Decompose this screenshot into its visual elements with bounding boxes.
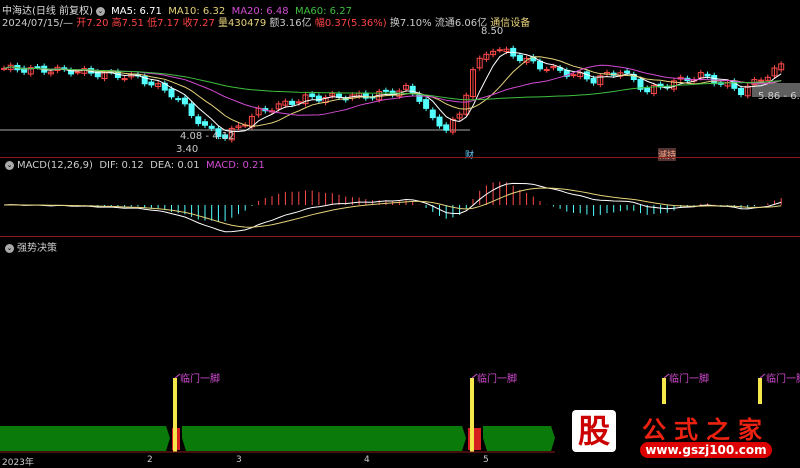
- candle: [443, 124, 450, 131]
- candle: [168, 88, 175, 98]
- candle: [409, 85, 416, 95]
- divider: [0, 236, 800, 237]
- candle: [644, 87, 651, 93]
- event-finance[interactable]: 财: [465, 148, 474, 161]
- x-label: 2023年: [2, 458, 34, 468]
- candle: [195, 116, 202, 125]
- candle: [362, 92, 369, 99]
- macd-value: MACD: 0.21: [205, 160, 265, 171]
- signal-bar: [470, 378, 474, 452]
- high-label: 8.50: [481, 26, 504, 37]
- candle: [309, 93, 316, 98]
- candle: [429, 109, 436, 119]
- candle: [74, 71, 81, 74]
- watermark-logo: 股: [572, 410, 616, 452]
- candle: [202, 121, 208, 126]
- candle: [121, 78, 128, 81]
- macd-header: ⌄ MACD(12,26,9) DIF: 0.12 DEA: 0.01 MACD:…: [2, 160, 265, 171]
- signal-bar: [173, 378, 177, 452]
- x-label: 3: [236, 455, 242, 465]
- strength-band: [0, 426, 170, 451]
- candle: [289, 100, 296, 105]
- candle: [148, 81, 155, 86]
- candle: [704, 73, 711, 77]
- candle: [543, 69, 550, 72]
- candle: [34, 66, 41, 69]
- candle: [423, 99, 430, 109]
- candle: [570, 74, 577, 77]
- candle: [590, 77, 597, 84]
- candle: [175, 98, 182, 101]
- signal-pointer: [759, 373, 766, 379]
- signal-bar: [758, 378, 762, 404]
- candle: [1, 67, 7, 70]
- dif-line: [3, 182, 782, 233]
- candle: [436, 116, 443, 127]
- candle: [516, 54, 523, 62]
- candle: [496, 49, 503, 52]
- dropdown-icon[interactable]: ⌄: [5, 243, 14, 253]
- signal-label: 临门一脚: [766, 374, 800, 385]
- candle: [208, 125, 215, 129]
- candle: [382, 89, 389, 92]
- candle: [758, 79, 765, 82]
- dif-value: DIF: 0.12: [99, 160, 144, 171]
- dea-value: DEA: 0.01: [150, 160, 200, 171]
- signal-label: 临门一脚: [669, 374, 709, 385]
- event-reduction[interactable]: 減持: [658, 148, 677, 161]
- strength-band: [483, 426, 555, 451]
- signal-label: 临门一脚: [477, 374, 517, 385]
- low-label: 3.40: [176, 144, 199, 155]
- signal-label: 临门一脚: [180, 374, 220, 385]
- warning-band: [468, 428, 481, 450]
- macd-title: MACD(12,26,9): [17, 160, 93, 171]
- panel3-title: 强势决策: [17, 243, 57, 254]
- candle: [181, 97, 188, 105]
- candle: [416, 93, 423, 102]
- x-label: 5: [483, 455, 489, 465]
- x-label: 2: [147, 455, 153, 465]
- watermark-name: 公式之家: [642, 415, 770, 444]
- low-range-label: 4.08 - 4.12: [180, 131, 235, 142]
- watermark-url: www.gszj100.com: [640, 442, 772, 458]
- signal-bar: [662, 378, 666, 404]
- candle: [738, 87, 744, 96]
- strength-band: [182, 426, 466, 451]
- panel3-header: ⌄ 强势决策: [2, 239, 57, 254]
- candle: [624, 70, 631, 74]
- x-label: 4: [364, 455, 370, 465]
- right-range-label: 5.86 - 6.36: [758, 91, 800, 102]
- divider: [0, 157, 800, 158]
- dropdown-icon[interactable]: ⌄: [5, 160, 14, 170]
- candle: [537, 60, 543, 70]
- price-chart[interactable]: [0, 0, 800, 466]
- candle: [188, 103, 195, 116]
